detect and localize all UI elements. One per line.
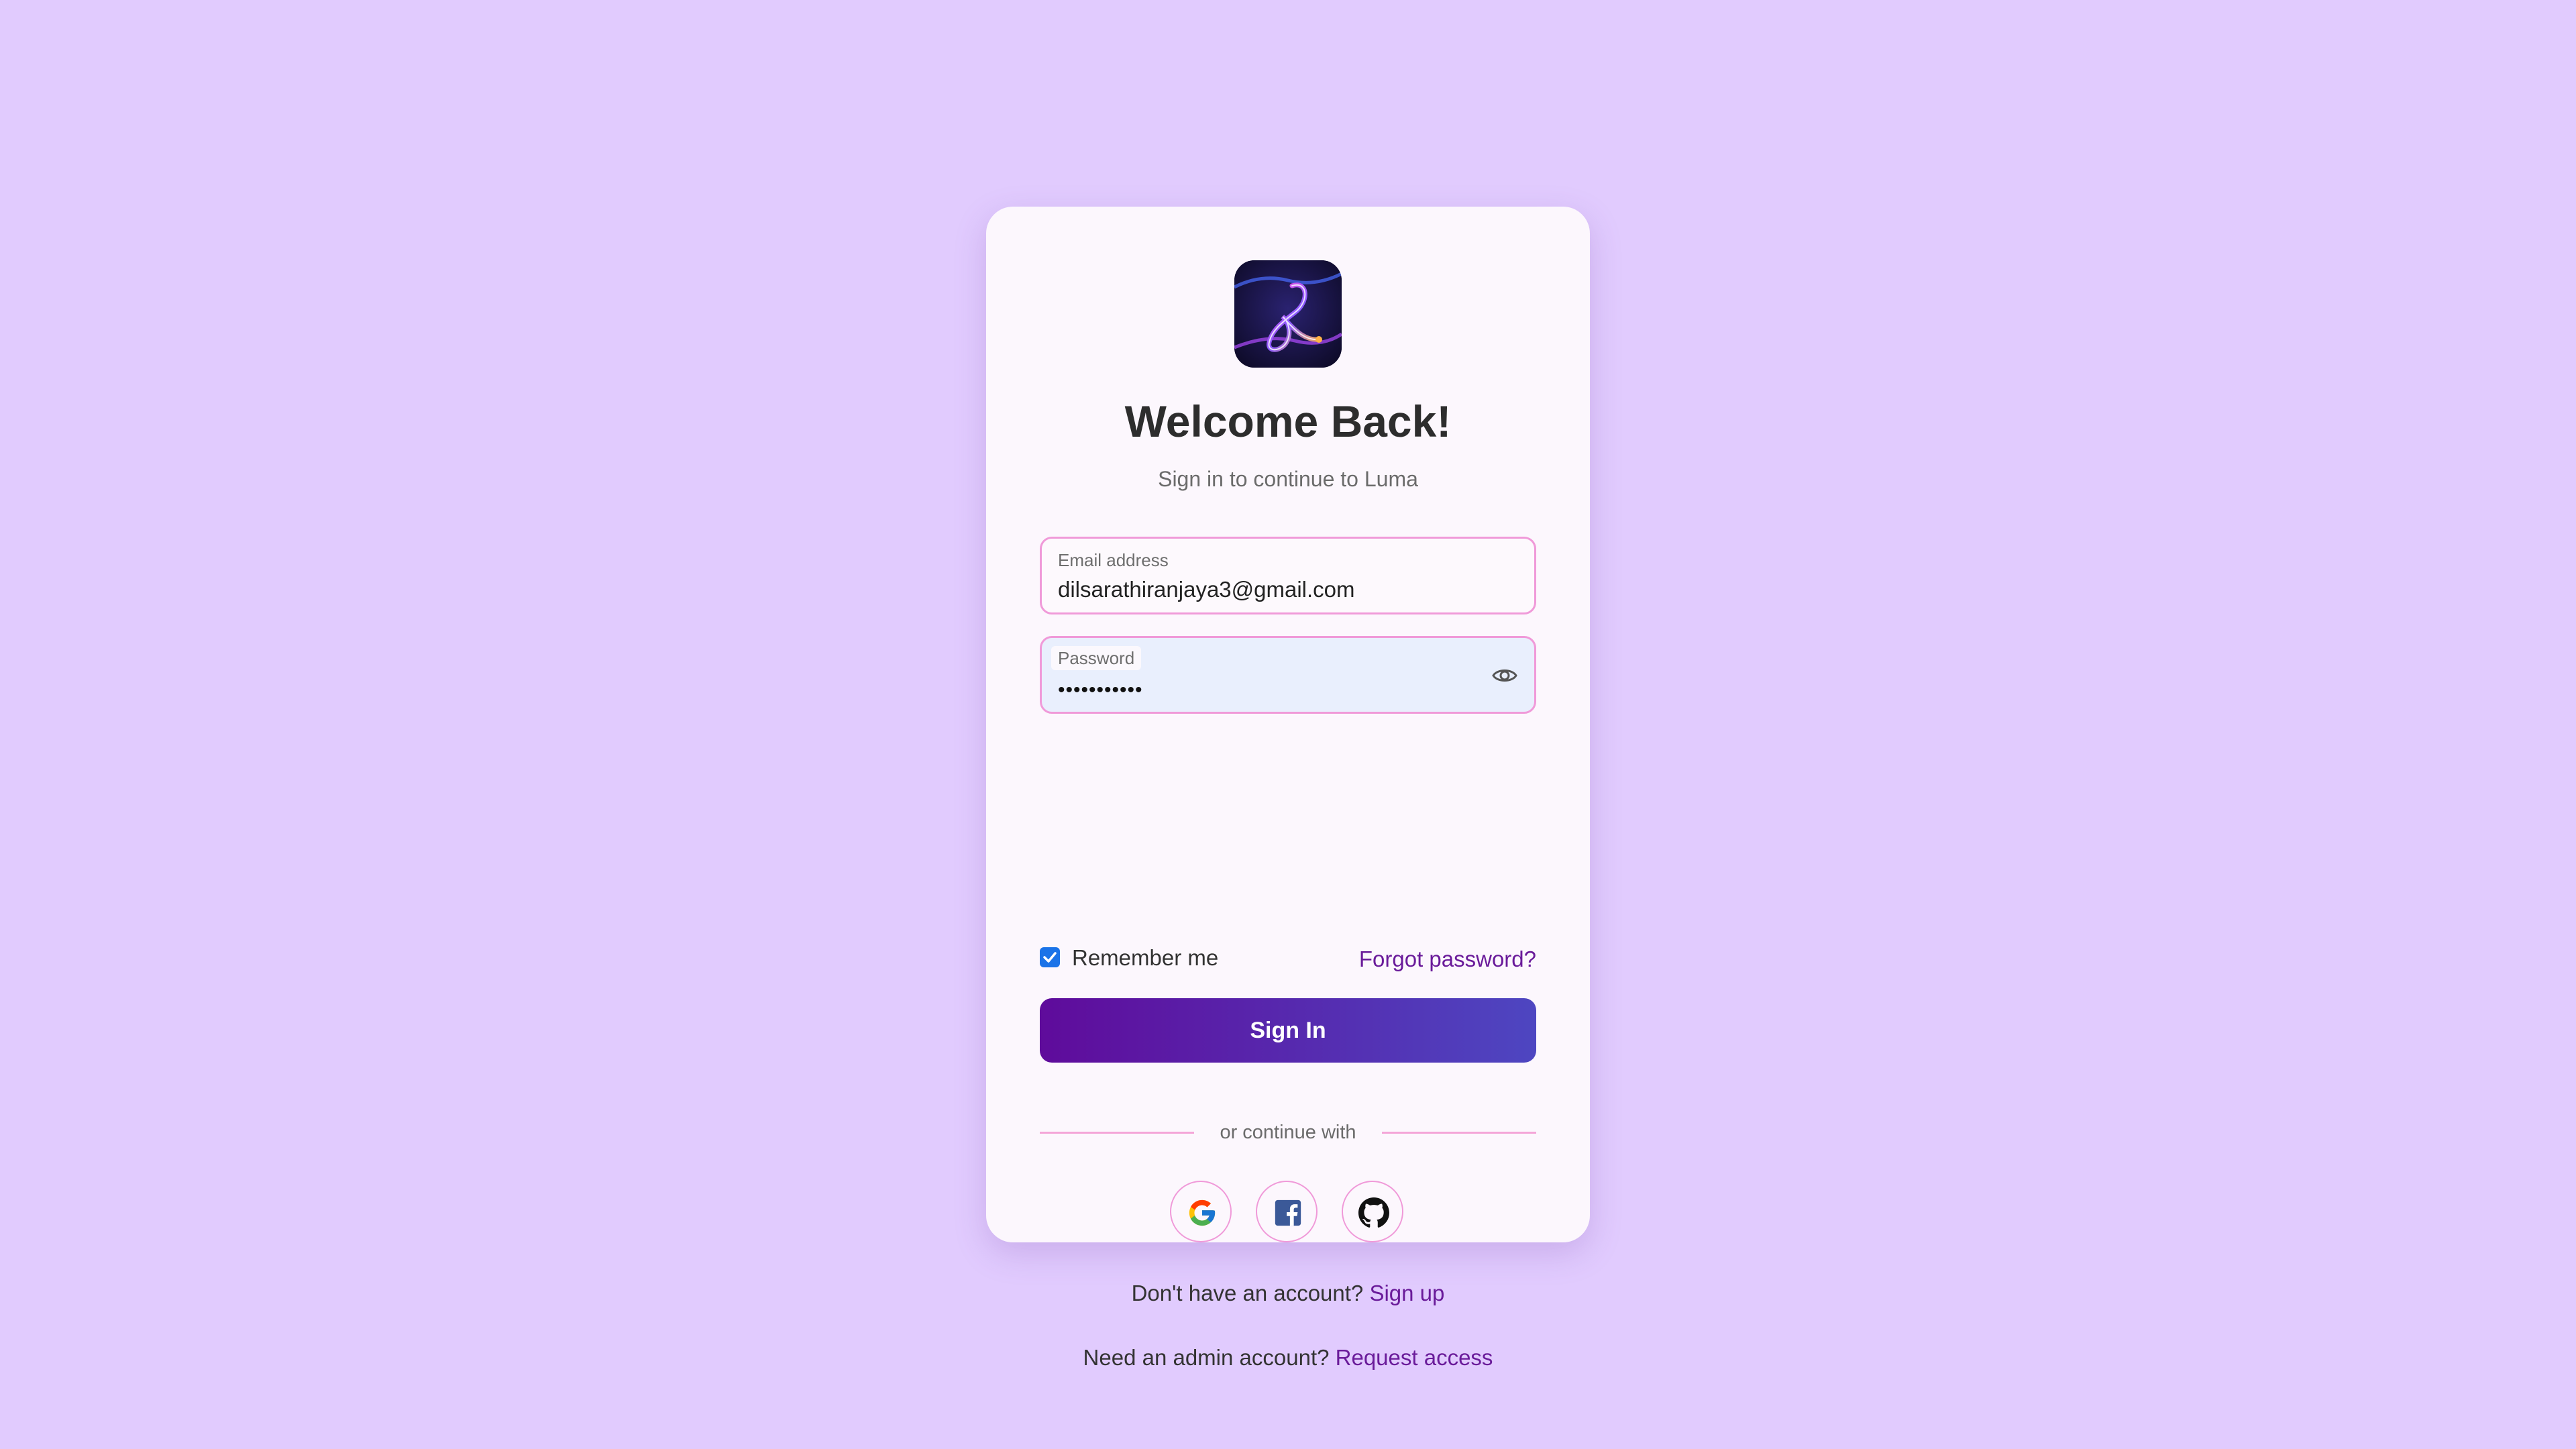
luma-logo-icon — [1234, 260, 1342, 368]
password-input[interactable]: ••••••••••• — [1058, 678, 1143, 702]
divider-line-right — [1382, 1132, 1536, 1134]
google-login-button[interactable] — [1170, 1181, 1232, 1242]
divider-line-left — [1040, 1132, 1194, 1134]
forgot-password-link[interactable]: Forgot password? — [1359, 946, 1536, 973]
eye-icon[interactable] — [1491, 665, 1518, 686]
github-icon — [1358, 1197, 1389, 1228]
password-label: Password — [1051, 646, 1142, 670]
sign-in-button[interactable]: Sign In — [1040, 998, 1536, 1063]
request-access-link[interactable]: Request access — [1336, 1345, 1493, 1370]
github-login-button[interactable] — [1342, 1181, 1403, 1242]
facebook-login-button[interactable] — [1256, 1181, 1318, 1242]
login-card: Welcome Back! Sign in to continue to Lum… — [986, 207, 1590, 1370]
email-label: Email address — [1058, 550, 1169, 570]
remember-me-label[interactable]: Remember me — [1072, 945, 1218, 971]
email-input[interactable] — [1058, 576, 1460, 603]
remember-me-checkbox[interactable] — [1040, 947, 1060, 967]
admin-prompt: Need an admin account? — [1083, 1345, 1330, 1370]
admin-prompt-row: Need an admin account? Request access — [986, 1344, 1590, 1371]
page-title: Welcome Back! — [1124, 396, 1452, 446]
divider-text: or continue with — [1220, 1122, 1356, 1143]
facebook-icon — [1275, 1199, 1301, 1226]
signup-prompt-row: Don't have an account? Sign up — [986, 1280, 1590, 1307]
password-field[interactable]: Password ••••••••••• — [1040, 636, 1536, 714]
signup-prompt: Don't have an account? — [1131, 1281, 1364, 1305]
check-icon — [1043, 952, 1057, 963]
email-field[interactable]: Email address — [1040, 537, 1536, 614]
google-icon — [1189, 1199, 1216, 1226]
sign-up-link[interactable]: Sign up — [1369, 1281, 1444, 1305]
page-subtitle: Sign in to continue to Luma — [1158, 467, 1418, 491]
